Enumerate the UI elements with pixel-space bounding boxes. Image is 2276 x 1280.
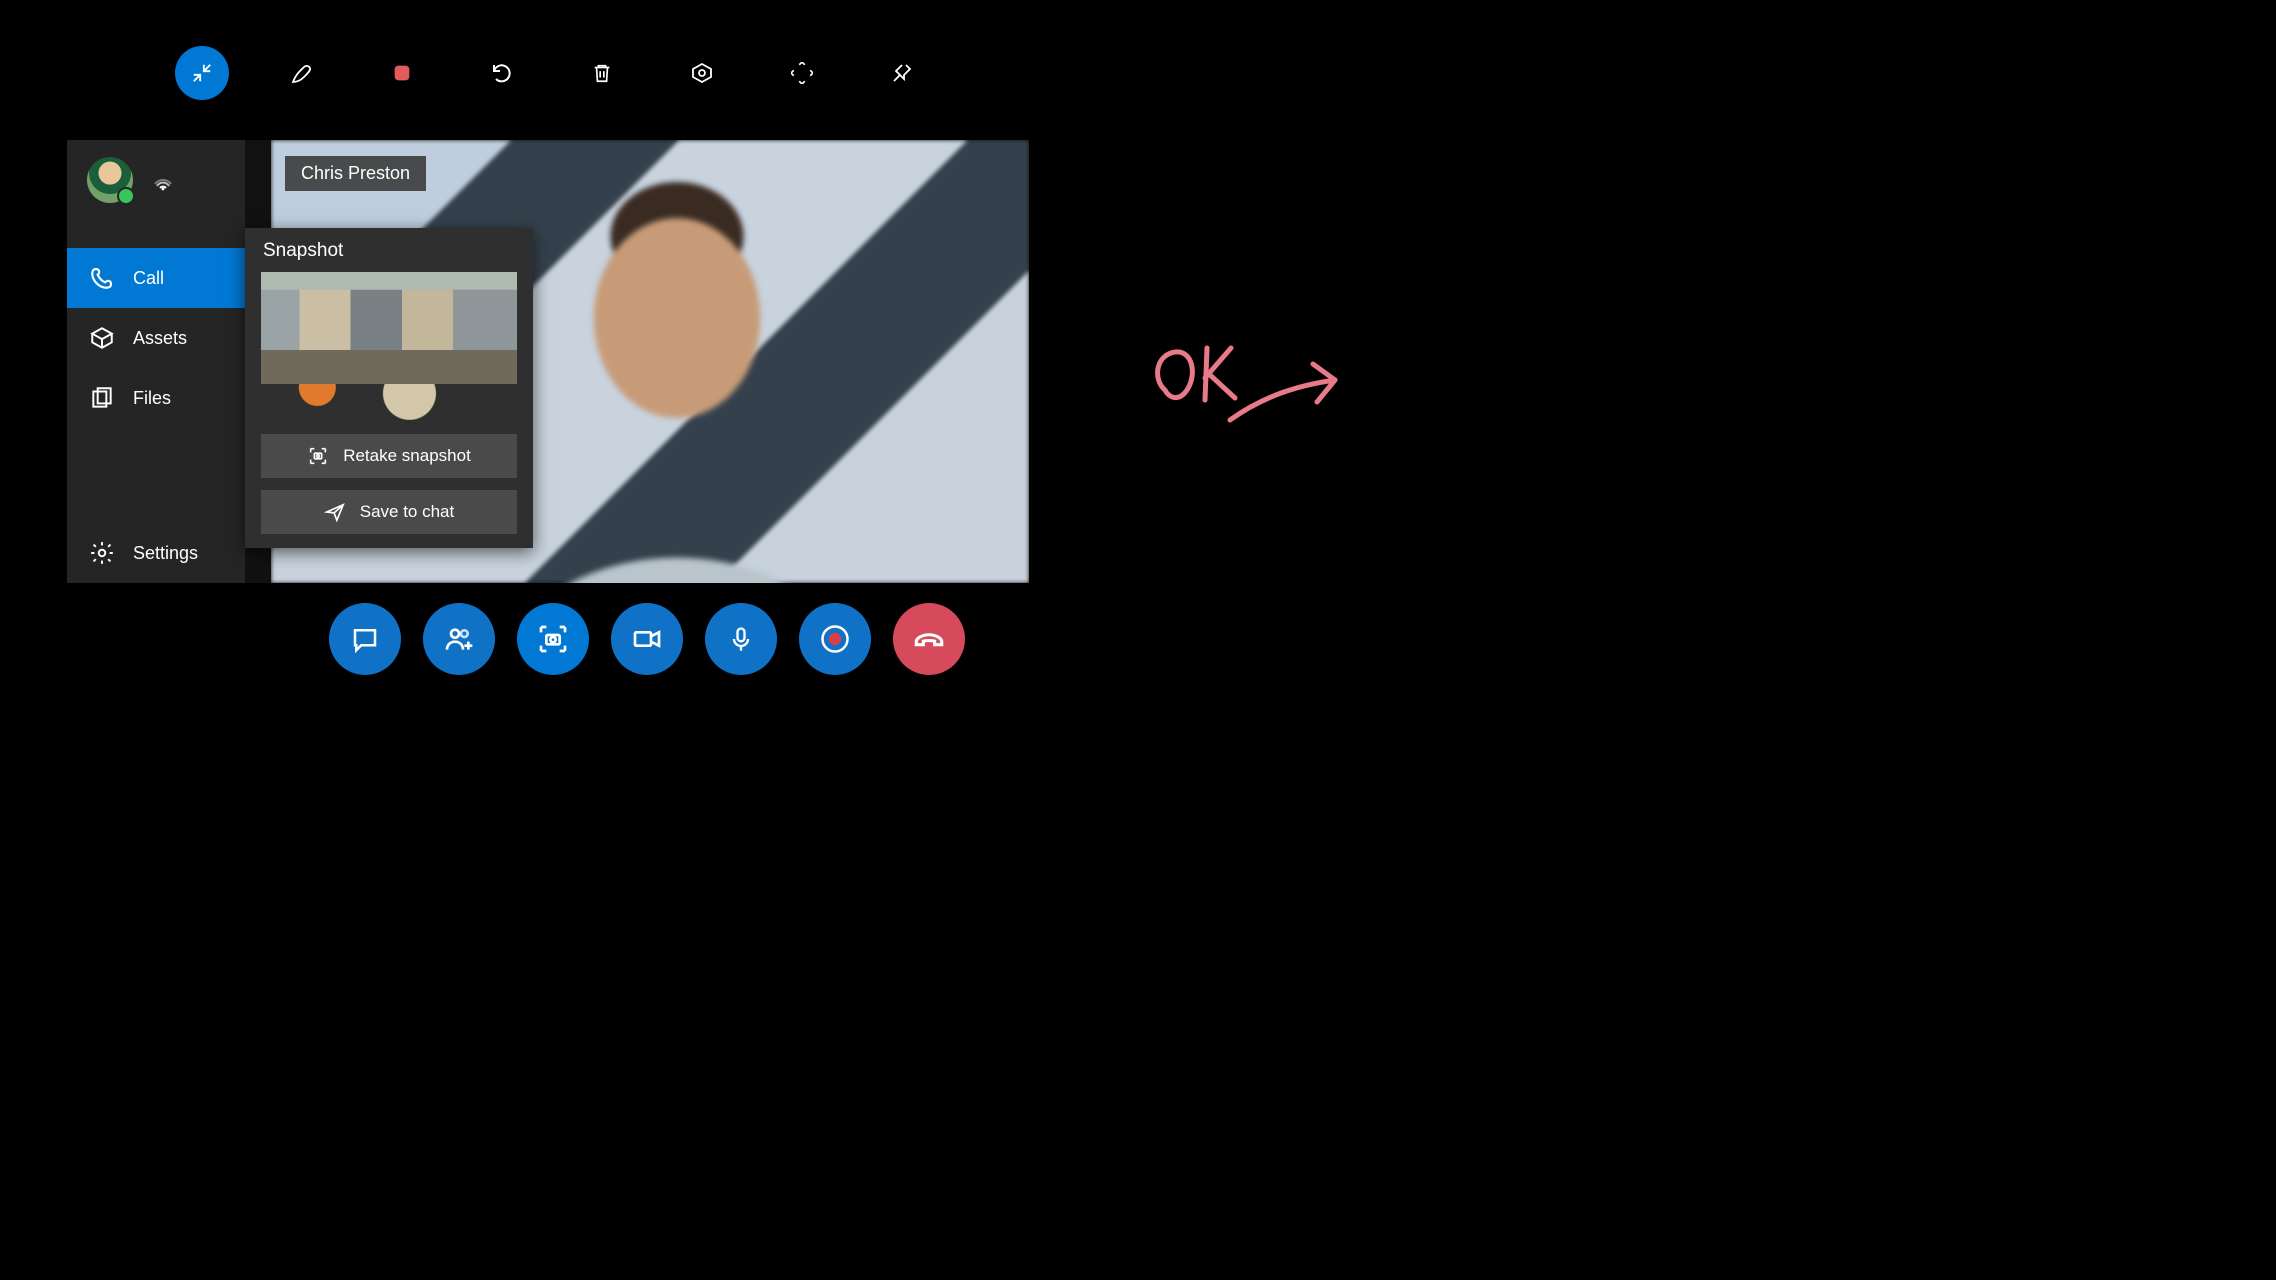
annotation-toolbar	[175, 46, 929, 100]
sidebar-header	[67, 140, 245, 220]
send-icon	[324, 501, 346, 523]
sidebar-item-label: Assets	[133, 328, 187, 349]
snapshot-button[interactable]	[517, 603, 589, 675]
files-icon	[89, 385, 115, 411]
trash-icon[interactable]	[575, 46, 629, 100]
call-controls	[329, 603, 965, 675]
target-icon[interactable]	[675, 46, 729, 100]
sidebar-item-call[interactable]: Call	[67, 248, 245, 308]
sidebar: Call Assets Files	[67, 140, 245, 583]
snapshot-title: Snapshot	[261, 228, 517, 272]
app-window: Chris Preston Call	[67, 140, 1029, 583]
sidebar-item-assets[interactable]: Assets	[67, 308, 245, 368]
fullscreen-icon[interactable]	[775, 46, 829, 100]
chat-button[interactable]	[329, 603, 401, 675]
video-button[interactable]	[611, 603, 683, 675]
sidebar-item-label: Files	[133, 388, 171, 409]
sidebar-item-files[interactable]: Files	[67, 368, 245, 428]
camera-icon	[307, 445, 329, 467]
box-icon	[89, 325, 115, 351]
pen-icon[interactable]	[275, 46, 329, 100]
mic-button[interactable]	[705, 603, 777, 675]
save-label: Save to chat	[360, 502, 455, 522]
avatar[interactable]	[87, 157, 133, 203]
hangup-button[interactable]	[893, 603, 965, 675]
sidebar-item-settings[interactable]: Settings	[67, 523, 245, 583]
snapshot-thumbnail[interactable]	[261, 272, 517, 420]
caller-name-label: Chris Preston	[301, 163, 410, 183]
sidebar-item-label: Call	[133, 268, 164, 289]
wifi-icon	[151, 168, 175, 192]
collapse-icon[interactable]	[175, 46, 229, 100]
handwritten-annotation	[1135, 320, 1375, 440]
add-people-button[interactable]	[423, 603, 495, 675]
phone-icon	[89, 265, 115, 291]
stop-icon[interactable]	[375, 46, 429, 100]
pin-icon[interactable]	[875, 46, 929, 100]
record-button[interactable]	[799, 603, 871, 675]
sidebar-item-label: Settings	[133, 543, 198, 564]
undo-icon[interactable]	[475, 46, 529, 100]
retake-label: Retake snapshot	[343, 446, 471, 466]
retake-snapshot-button[interactable]: Retake snapshot	[261, 434, 517, 478]
caller-name-tag: Chris Preston	[285, 156, 426, 191]
save-to-chat-button[interactable]: Save to chat	[261, 490, 517, 534]
gear-icon	[89, 540, 115, 566]
snapshot-panel: Snapshot Retake snapshot Save to chat	[245, 228, 533, 548]
